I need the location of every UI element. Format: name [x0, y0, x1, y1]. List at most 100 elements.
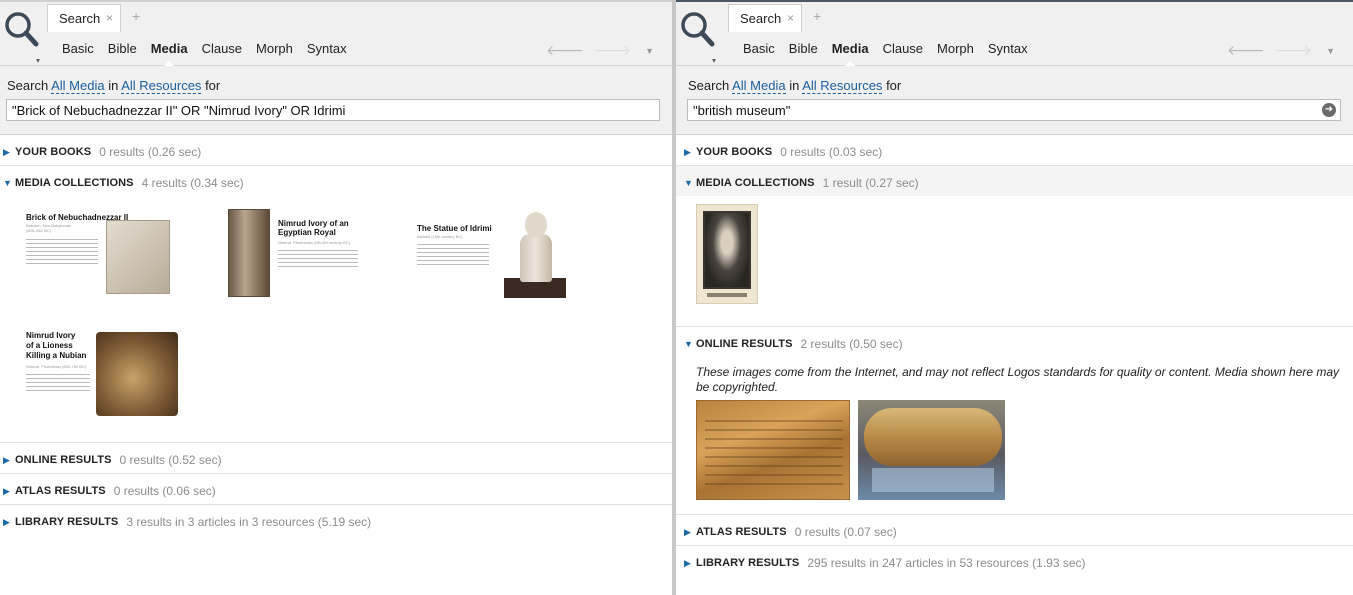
in-label: in: [108, 78, 119, 93]
engraving-caption-line: [707, 293, 747, 297]
card-text-lines: [417, 241, 489, 267]
search-scope-line: Search All Media in All Resources for: [7, 78, 220, 94]
section-title: LIBRARY RESULTS: [696, 557, 800, 569]
mode-syntax[interactable]: Syntax: [988, 41, 1028, 56]
online-results-notice: These images come from the Internet, and…: [696, 365, 1339, 394]
card-text-lines: [278, 247, 358, 269]
expand-triangle-icon[interactable]: ▶: [3, 486, 15, 497]
search-input[interactable]: "Brick of Nebuchadnezzar II" OR "Nimrud …: [6, 99, 660, 121]
collapse-triangle-icon[interactable]: ▼: [3, 178, 15, 188]
section-media-collections: ▼ MEDIA COLLECTIONS 1 result (0.27 sec): [676, 166, 1353, 327]
media-scope-link[interactable]: All Media: [51, 78, 105, 94]
collapse-triangle-icon[interactable]: ▼: [684, 339, 696, 349]
search-mode-bar: Basic Bible Media Clause Morph Syntax: [743, 41, 1028, 67]
mode-basic[interactable]: Basic: [62, 41, 94, 56]
expand-triangle-icon[interactable]: ▶: [3, 455, 15, 466]
tab-search[interactable]: Search ×: [47, 4, 121, 32]
right-search-panel: Search × + Basic Bible Media Clause Morp…: [676, 0, 1353, 595]
for-label: for: [886, 78, 902, 93]
dropdown-icon[interactable]: ▼: [1326, 46, 1335, 56]
close-tab-icon[interactable]: ×: [787, 11, 794, 25]
section-count: 0 results (0.52 sec): [119, 453, 222, 467]
card-text-lines: [26, 371, 90, 393]
display-stand: [872, 468, 994, 492]
ivory-lioness-image: [96, 332, 178, 416]
search-query-text: "british museum": [693, 103, 791, 118]
section-library-results[interactable]: ▶ LIBRARY RESULTS 295 results in 247 art…: [676, 546, 1353, 577]
close-tab-icon[interactable]: ×: [106, 11, 113, 25]
mode-clause[interactable]: Clause: [883, 41, 923, 56]
mode-morph[interactable]: Morph: [256, 41, 293, 56]
tab-search[interactable]: Search ×: [728, 4, 802, 32]
mode-bible[interactable]: Bible: [108, 41, 137, 56]
section-title[interactable]: MEDIA COLLECTIONS: [696, 177, 815, 189]
section-library-results[interactable]: ▶ LIBRARY RESULTS 3 results in 3 article…: [0, 505, 672, 536]
mode-morph[interactable]: Morph: [937, 41, 974, 56]
section-title: LIBRARY RESULTS: [15, 516, 119, 528]
expand-triangle-icon[interactable]: ▶: [3, 517, 15, 528]
card-date: (605–562 BC): [26, 228, 51, 233]
mode-clause[interactable]: Clause: [202, 41, 242, 56]
section-online-results[interactable]: ▶ ONLINE RESULTS 0 results (0.52 sec): [0, 443, 672, 474]
section-title[interactable]: ONLINE RESULTS: [696, 338, 793, 350]
section-title: ONLINE RESULTS: [15, 454, 112, 466]
go-arrow-icon[interactable]: ➜: [1322, 103, 1336, 117]
expand-triangle-icon[interactable]: ▶: [684, 527, 696, 538]
search-prefix: Search: [7, 78, 49, 93]
search-prefix: Search: [688, 78, 730, 93]
arrow-left-icon[interactable]: 🡐: [546, 42, 584, 59]
section-media-collections: ▼ MEDIA COLLECTIONS 4 results (0.34 sec)…: [0, 166, 672, 443]
magnifier-icon[interactable]: [678, 8, 718, 64]
arrow-left-icon[interactable]: 🡐: [1227, 42, 1265, 59]
mode-bible[interactable]: Bible: [789, 41, 818, 56]
expand-triangle-icon[interactable]: ▶: [3, 147, 15, 158]
search-toolbar: Search × + Basic Bible Media Clause Morp…: [676, 2, 1353, 67]
new-tab-button[interactable]: +: [132, 8, 140, 24]
expand-triangle-icon[interactable]: ▶: [684, 558, 696, 569]
cuneiform-texture: [705, 413, 843, 485]
search-scope-line: Search All Media in All Resources for: [688, 78, 902, 94]
media-thumbnail-idrimi[interactable]: The Statue of Idrimi Alalakh (15th centu…: [412, 204, 568, 308]
dropdown-icon[interactable]: ▼: [645, 46, 654, 56]
section-count: 0 results (0.06 sec): [113, 484, 216, 498]
section-count: 2 results (0.50 sec): [800, 337, 903, 351]
mode-basic[interactable]: Basic: [743, 41, 775, 56]
section-your-books[interactable]: ▶ YOUR BOOKS 0 results (0.03 sec): [676, 135, 1353, 166]
media-thumbnail-engraving[interactable]: [696, 204, 758, 304]
magnifier-icon[interactable]: [2, 8, 42, 64]
arrow-right-icon[interactable]: 🡒: [1275, 42, 1313, 59]
mode-syntax[interactable]: Syntax: [307, 41, 347, 56]
media-thumbnail-ivory-royal[interactable]: Nimrud Ivory of an Egyptian Royal Nimrud…: [224, 206, 378, 310]
media-thumbnail-ivory-lioness[interactable]: Nimrud Ivory of a Lioness Killing a Nubi…: [20, 326, 180, 416]
resources-scope-link[interactable]: All Resources: [802, 78, 883, 94]
section-count: 3 results in 3 articles in 3 resources (…: [126, 515, 372, 529]
card-text-lines: [26, 236, 98, 266]
tab-label: Search: [740, 11, 782, 26]
mode-media[interactable]: Media: [832, 41, 869, 67]
section-count: 0 results (0.03 sec): [780, 145, 883, 159]
media-scope-link[interactable]: All Media: [732, 78, 786, 94]
arrow-right-icon[interactable]: 🡒: [594, 42, 632, 59]
card-title-line: Nimrud Ivory of an: [278, 219, 349, 228]
section-atlas-results[interactable]: ▶ ATLAS RESULTS 0 results (0.06 sec): [0, 474, 672, 505]
brick-image: [106, 220, 170, 294]
tab-label: Search: [59, 11, 101, 26]
section-title: ATLAS RESULTS: [696, 526, 787, 538]
section-your-books[interactable]: ▶ YOUR BOOKS 0 results (0.26 sec): [0, 135, 672, 166]
search-input[interactable]: "british museum" ➜: [687, 99, 1341, 121]
card-subtitle: Nimrud, Phoenician (9th-8th century BC): [278, 240, 351, 245]
search-scope-bar: Search All Media in All Resources for "B…: [0, 66, 672, 135]
expand-triangle-icon[interactable]: ▶: [684, 147, 696, 158]
collapse-triangle-icon[interactable]: ▼: [684, 178, 696, 188]
resources-scope-link[interactable]: All Resources: [121, 78, 202, 94]
media-thumbnail-brick[interactable]: Brick of Nebuchadnezzar II Babylon, Neo-…: [20, 208, 180, 312]
online-image-clay-tablet[interactable]: [696, 400, 850, 500]
section-atlas-results[interactable]: ▶ ATLAS RESULTS 0 results (0.07 sec): [676, 515, 1353, 546]
ivory-panel-image: [228, 209, 270, 297]
section-count: 4 results (0.34 sec): [141, 176, 244, 190]
online-image-cylinder[interactable]: [858, 400, 1005, 500]
search-scope-bar: Search All Media in All Resources for "b…: [676, 66, 1353, 135]
section-title[interactable]: MEDIA COLLECTIONS: [15, 177, 134, 189]
mode-media[interactable]: Media: [151, 41, 188, 67]
new-tab-button[interactable]: +: [813, 8, 821, 24]
